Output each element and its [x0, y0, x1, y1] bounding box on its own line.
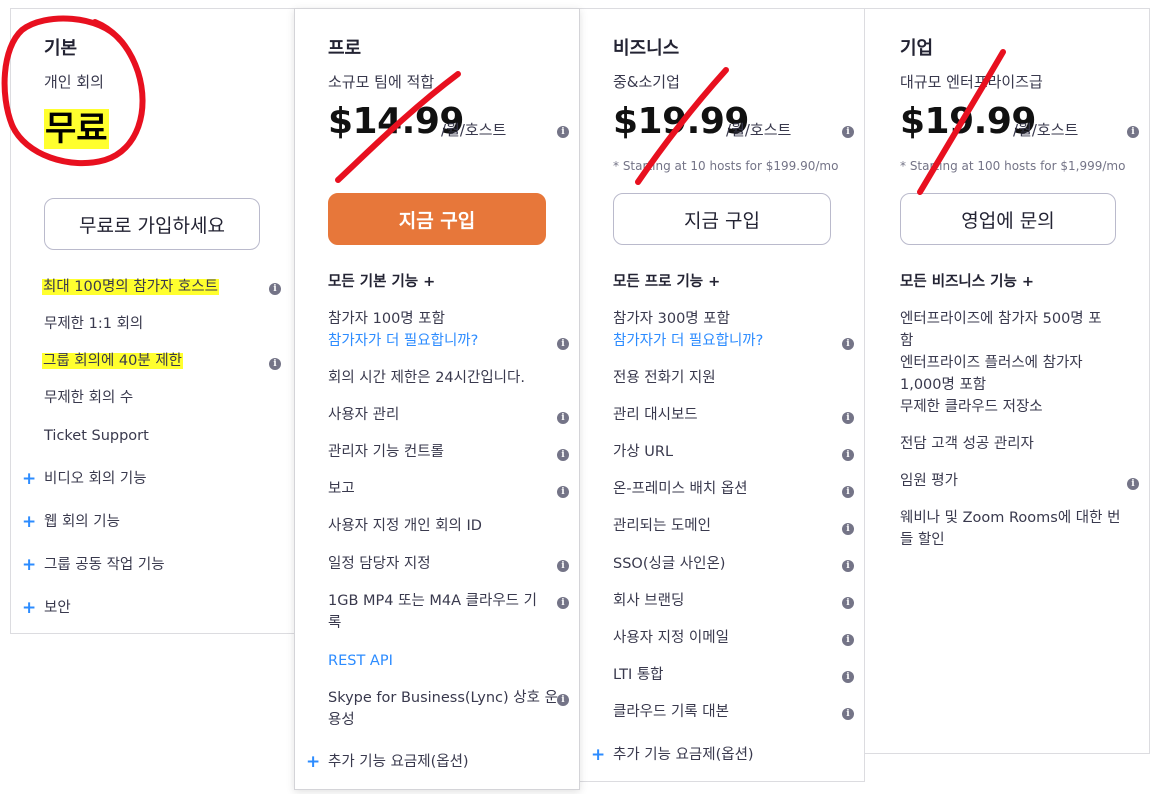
feature-item-cont: 들 할인: [900, 532, 945, 548]
plus-icon[interactable]: +: [306, 752, 320, 772]
info-icon[interactable]: i: [842, 523, 854, 535]
addon-plans-toggle[interactable]: 추가 기능 요금제(옵션): [328, 751, 469, 773]
info-icon[interactable]: i: [842, 708, 854, 720]
feature-item-cont: 함: [900, 333, 914, 349]
info-icon[interactable]: i: [557, 126, 569, 138]
price-unit: /월/호스트: [726, 121, 792, 139]
info-icon[interactable]: i: [557, 486, 569, 498]
info-icon[interactable]: i: [1127, 478, 1139, 490]
feature-item: SSO(싱글 사인온): [613, 556, 726, 572]
starting-price-note: * Starting at 100 hosts for $1,999/mo: [900, 159, 1126, 173]
feature-item: 회사 브랜딩: [613, 593, 685, 609]
feature-item-cont: 록: [328, 615, 342, 631]
feature-item-cont: 1,000명 포함: [900, 377, 987, 393]
addon-plans-toggle[interactable]: 추가 기능 요금제(옵션): [613, 744, 754, 766]
info-icon[interactable]: i: [1127, 126, 1139, 138]
buy-now-button[interactable]: 지금 구입: [328, 193, 546, 245]
feature-item: 사용자 지정 이메일: [613, 630, 729, 646]
info-icon[interactable]: i: [842, 634, 854, 646]
info-icon[interactable]: i: [842, 671, 854, 683]
info-icon[interactable]: i: [842, 486, 854, 498]
feature-item: 전용 전화기 지원: [613, 370, 716, 386]
signup-free-button[interactable]: 무료로 가입하세요: [44, 198, 260, 250]
feature-item: 엔터프라이즈에 참가자 500명 포: [900, 311, 1102, 327]
feature-item: LTI 통합: [613, 667, 664, 683]
rest-api-link[interactable]: REST API: [328, 650, 393, 672]
section-header: 모든 비즈니스 기능 +: [900, 274, 1035, 290]
info-icon[interactable]: i: [557, 597, 569, 609]
info-icon[interactable]: i: [269, 283, 281, 295]
feature-item: 1GB MP4 또는 M4A 클라우드 기: [328, 593, 537, 609]
info-icon[interactable]: i: [842, 126, 854, 138]
expand-web-features[interactable]: 웹 회의 기능: [44, 511, 120, 533]
plan-subtitle: 대규모 엔터프라이즈급: [900, 73, 1043, 91]
need-more-participants-link[interactable]: 참가자가 더 필요합니까?: [328, 330, 478, 352]
price-unit: /월/호스트: [441, 121, 507, 139]
info-icon[interactable]: i: [842, 449, 854, 461]
info-icon[interactable]: i: [557, 560, 569, 572]
plus-icon[interactable]: +: [22, 555, 36, 575]
feature-item: 웨비나 및 Zoom Rooms에 대한 번: [900, 510, 1121, 526]
plan-subtitle: 소규모 팀에 적합: [328, 73, 435, 91]
feature-item: 보고: [328, 481, 355, 497]
feature-item: 가상 URL: [613, 444, 674, 460]
price-unit: /월/호스트: [1013, 121, 1079, 139]
feature-item: 무제한 1:1 회의: [44, 316, 144, 332]
expand-security[interactable]: 보안: [44, 597, 71, 619]
feature-item: 임원 평가: [900, 473, 958, 489]
feature-item: 참가자 300명 포함: [613, 311, 730, 327]
feature-item: 그룹 회의에 40분 제한: [42, 353, 183, 369]
feature-item: 회의 시간 제한은 24시간입니다.: [328, 370, 525, 386]
info-icon[interactable]: i: [557, 338, 569, 350]
expand-video-features[interactable]: 비디오 회의 기능: [44, 468, 147, 490]
plus-icon[interactable]: +: [22, 469, 36, 489]
section-header: 모든 기본 기능 +: [328, 274, 436, 290]
plus-icon[interactable]: +: [22, 598, 36, 618]
plan-card-business: 비즈니스 중&소기업 $19.99 /월/호스트 i * Starting at…: [579, 8, 865, 782]
feature-item: 관리되는 도메인: [613, 518, 711, 534]
plus-icon[interactable]: +: [22, 512, 36, 532]
info-icon[interactable]: i: [842, 412, 854, 424]
feature-item: 관리자 기능 컨트롤: [328, 444, 444, 460]
buy-now-button[interactable]: 지금 구입: [613, 193, 831, 245]
feature-item: 전담 고객 성공 관리자: [900, 436, 1034, 452]
plus-icon[interactable]: +: [591, 745, 605, 765]
plan-name: 기업: [900, 38, 934, 59]
starting-price-note: * Starting at 10 hosts for $199.90/mo: [613, 159, 839, 173]
info-icon[interactable]: i: [842, 338, 854, 350]
plan-name: 프로: [328, 38, 362, 59]
contact-sales-button[interactable]: 영업에 문의: [900, 193, 1116, 245]
info-icon[interactable]: i: [269, 358, 281, 370]
plan-card-pro: 프로 소규모 팀에 적합 $14.99 /월/호스트 i 지금 구입 모든 기본…: [294, 8, 580, 790]
feature-item: 관리 대시보드: [613, 407, 698, 423]
info-icon[interactable]: i: [557, 412, 569, 424]
info-icon[interactable]: i: [842, 597, 854, 609]
need-more-participants-link[interactable]: 참가자가 더 필요합니까?: [613, 330, 763, 352]
info-icon[interactable]: i: [557, 449, 569, 461]
expand-group-features[interactable]: 그룹 공동 작업 기능: [44, 554, 165, 576]
feature-item: 클라우드 기록 대본: [613, 704, 729, 720]
feature-item: 무제한 클라우드 저장소: [900, 399, 1043, 415]
feature-item: 참가자 100명 포함: [328, 311, 445, 327]
plan-price: 무료: [44, 109, 109, 149]
plan-name: 기본: [44, 38, 78, 59]
feature-item: 사용자 지정 개인 회의 ID: [328, 518, 482, 534]
feature-item: Ticket Support: [44, 428, 149, 444]
plan-name: 비즈니스: [613, 38, 680, 59]
info-icon[interactable]: i: [842, 560, 854, 572]
feature-item: 무제한 회의 수: [44, 390, 134, 406]
section-header: 모든 프로 기능 +: [613, 274, 721, 290]
feature-item-cont: 용성: [328, 712, 355, 728]
info-icon[interactable]: i: [557, 694, 569, 706]
feature-item: 사용자 관리: [328, 407, 400, 423]
plan-card-enterprise: 기업 대규모 엔터프라이즈급 $19.99 /월/호스트 i * Startin…: [864, 8, 1150, 754]
plan-card-basic: 기본 개인 회의 무료 무료로 가입하세요 최대 100명의 참가자 호스트 i…: [10, 8, 295, 634]
feature-item: 온-프레미스 배치 옵션: [613, 481, 748, 497]
feature-item: 엔터프라이즈 플러스에 참가자: [900, 355, 1083, 371]
plan-subtitle: 개인 회의: [44, 73, 104, 91]
feature-item: Skype for Business(Lync) 상호 운: [328, 690, 558, 706]
feature-item: 일정 담당자 지정: [328, 556, 431, 572]
plan-subtitle: 중&소기업: [613, 73, 680, 91]
feature-item: 최대 100명의 참가자 호스트: [42, 279, 219, 295]
